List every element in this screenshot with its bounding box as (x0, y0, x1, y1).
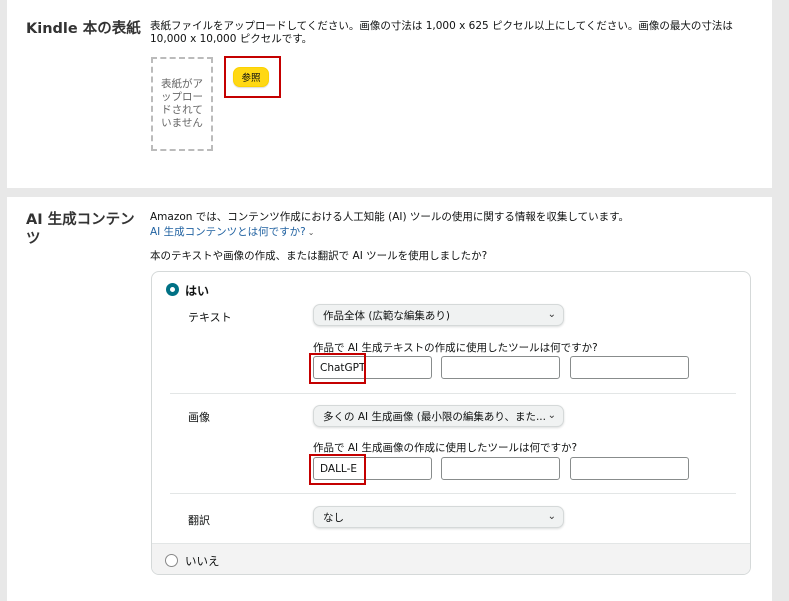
translation-usage-select[interactable]: なし ⌄ (313, 506, 564, 528)
image-label: 画像 (188, 411, 210, 424)
ai-usage-question: 本のテキストや画像の作成、または翻訳で AI ツールを使用しましたか? (150, 250, 488, 262)
text-usage-select[interactable]: 作品全体 (広範な編集あり) ⌄ (313, 304, 564, 326)
cover-section-title: Kindle 本の表紙 (26, 21, 141, 37)
yes-label[interactable]: はい (185, 282, 209, 299)
ai-info-link-text[interactable]: AI 生成コンテンツとは何ですか? (150, 226, 306, 238)
image-tool-input-2[interactable] (441, 457, 560, 480)
ai-answer-box: はい テキスト 作品全体 (広範な編集あり) ⌄ 作品で AI 生成テキストの作… (151, 271, 751, 575)
translation-label: 翻訳 (188, 514, 210, 527)
divider (170, 493, 736, 494)
chevron-down-icon: ⌄ (547, 511, 556, 522)
image-tool-input-1[interactable]: DALL-E (313, 457, 432, 480)
text-tool-input-1[interactable]: ChatGPT (313, 356, 432, 379)
text-label: テキスト (188, 311, 232, 324)
text-tool-question: 作品で AI 生成テキストの作成に使用したツールは何ですか? (313, 342, 598, 354)
cover-placeholder: 表紙がアップロードされていません (151, 57, 213, 151)
text-tool-input-3[interactable] (570, 356, 689, 379)
chevron-down-icon: ⌄ (307, 228, 315, 237)
image-usage-select[interactable]: 多くの AI 生成画像 (最小限の編集あり、また... ⌄ (313, 405, 564, 427)
ai-description: Amazon では、コンテンツ作成における人工知能 (AI) ツールの使用に関す… (150, 211, 630, 223)
browse-button[interactable]: 参照 (233, 67, 269, 87)
chevron-down-icon: ⌄ (547, 410, 556, 421)
divider (170, 393, 736, 394)
no-label[interactable]: いいえ (185, 553, 220, 569)
image-tool-question: 作品で AI 生成画像の作成に使用したツールは何ですか? (313, 442, 578, 454)
ai-section-title: AI 生成コンテンツ (26, 212, 135, 247)
translation-usage-value: なし (323, 511, 344, 524)
cover-description: 表紙ファイルをアップロードしてください。画像の寸法は 1,000 x 625 ピ… (150, 20, 733, 45)
chevron-down-icon: ⌄ (547, 309, 556, 320)
no-radio[interactable] (165, 554, 178, 567)
ai-info-link[interactable]: AI 生成コンテンツとは何ですか? ⌄ (150, 224, 314, 239)
text-usage-value: 作品全体 (広範な編集あり) (323, 309, 451, 322)
image-tool-input-3[interactable] (570, 457, 689, 480)
image-usage-value: 多くの AI 生成画像 (最小限の編集あり、また... (323, 410, 546, 423)
ai-content-panel: AI 生成コンテンツ Amazon では、コンテンツ作成における人工知能 (AI… (7, 197, 772, 601)
text-tool-input-2[interactable] (441, 356, 560, 379)
no-option-row[interactable]: いいえ (152, 543, 750, 574)
yes-radio[interactable] (166, 283, 179, 296)
cover-panel: Kindle 本の表紙 表紙ファイルをアップロードしてください。画像の寸法は 1… (7, 0, 772, 188)
